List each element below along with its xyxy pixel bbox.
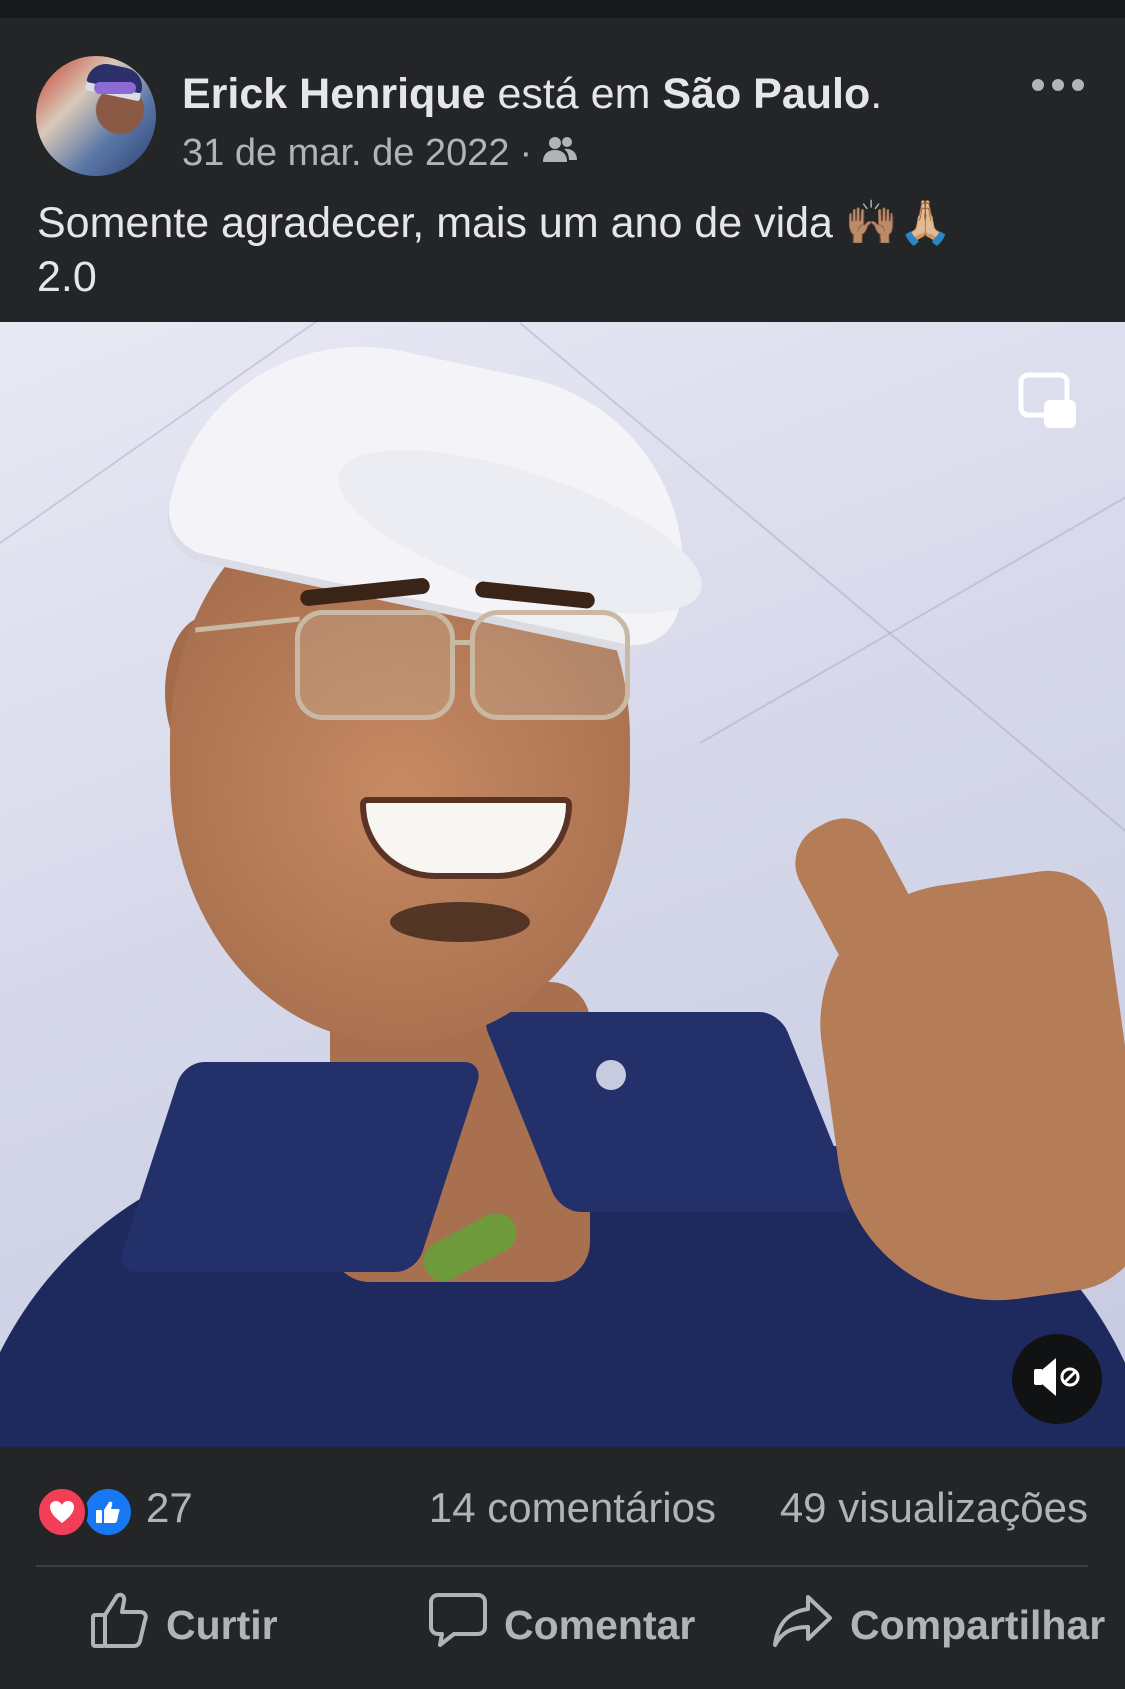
heart-icon (36, 1486, 88, 1538)
like-label: Curtir (166, 1601, 278, 1648)
post-actions: Curtir Comentar Compartilhar (0, 1590, 1125, 1660)
location-suffix: . (870, 70, 883, 118)
post-stats: 27 14 comentários 49 visualizações (36, 1480, 1088, 1540)
avatar[interactable] (36, 56, 156, 176)
location-connector: está em (485, 70, 663, 118)
post-video[interactable] (0, 322, 1125, 1447)
like-button[interactable]: Curtir (90, 1590, 278, 1660)
friends-icon (542, 132, 578, 175)
glasses-lens-left (295, 610, 455, 720)
glasses-lens-right (470, 610, 630, 720)
post-text: Somente agradecer, mais um ano de vida 🙌… (37, 199, 952, 301)
top-bar (0, 0, 1125, 18)
author-name[interactable]: Erick Henrique (182, 70, 486, 118)
post-author-line: Erick Henrique está em São Paulo. (182, 70, 882, 119)
share-button[interactable]: Compartilhar (772, 1590, 1105, 1660)
avatar-glasses (94, 82, 136, 94)
muted-speaker-icon (1032, 1355, 1082, 1404)
reactions[interactable] (36, 1486, 136, 1538)
views-count: 49 visualizações (779, 1484, 1088, 1531)
reaction-count[interactable]: 27 (146, 1484, 193, 1532)
meta-separator: · (519, 132, 533, 174)
share-label: Compartilhar (850, 1601, 1106, 1648)
like-thumb-icon (82, 1486, 134, 1538)
post-meta: 31 de mar. de 2022 · (182, 132, 578, 175)
mute-button[interactable] (1012, 1334, 1102, 1424)
glasses-bridge (450, 640, 472, 645)
share-arrow-icon (772, 1591, 834, 1659)
wall-tile-line (699, 442, 1125, 744)
comment-button[interactable]: Comentar (428, 1590, 695, 1660)
location-link[interactable]: São Paulo (662, 70, 870, 118)
comments-count[interactable]: 14 comentários (429, 1484, 716, 1532)
thumbs-up-icon (90, 1591, 150, 1659)
goatee (390, 902, 530, 942)
comment-bubble-icon (428, 1591, 488, 1659)
more-options-icon[interactable] (1032, 70, 1084, 100)
shirt-button (596, 1060, 626, 1090)
comment-label: Comentar (504, 1601, 696, 1648)
post-date[interactable]: 31 de mar. de 2022 (182, 132, 509, 175)
divider (36, 1565, 1088, 1567)
picture-in-picture-icon[interactable] (1018, 372, 1078, 430)
